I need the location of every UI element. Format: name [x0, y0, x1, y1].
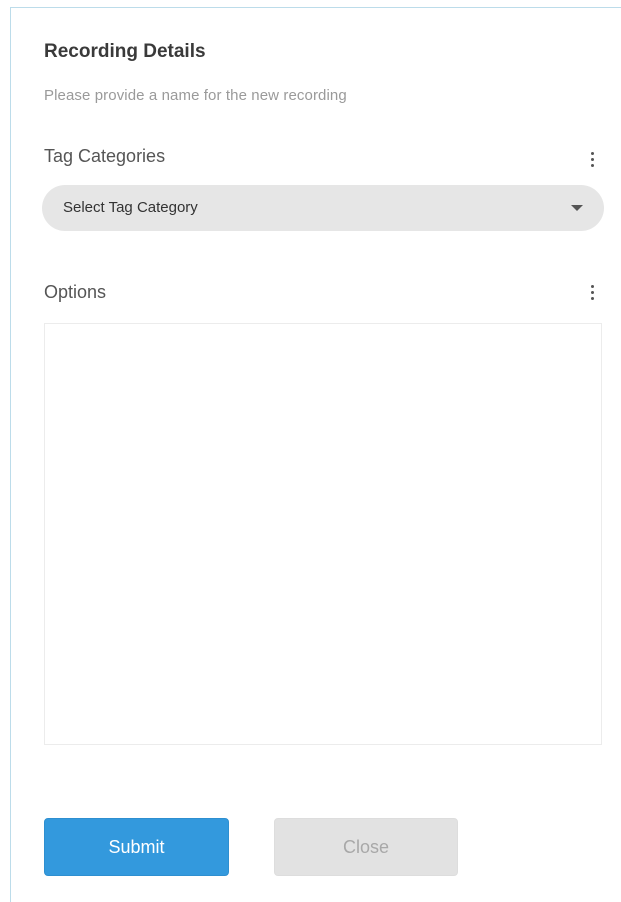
dialog-title: Recording Details — [44, 41, 206, 62]
close-button[interactable]: Close — [274, 818, 458, 876]
kebab-dot — [590, 157, 594, 161]
tag-categories-label: Tag Categories — [44, 146, 166, 166]
recording-details-panel: Recording Details Please provide a name … — [10, 7, 621, 902]
dialog-subtitle: Please provide a name for the new record… — [44, 87, 347, 104]
submit-button[interactable]: Submit — [44, 818, 229, 876]
kebab-dot — [590, 163, 594, 167]
options-list[interactable] — [44, 323, 602, 745]
options-label: Options — [44, 282, 107, 302]
options-menu-icon[interactable] — [583, 279, 601, 305]
kebab-dot — [590, 284, 594, 288]
kebab-dot — [590, 151, 594, 155]
tag-category-select-value: Select Tag Category — [63, 199, 198, 216]
tag-category-select[interactable]: Select Tag Category — [42, 185, 604, 231]
tag-categories-menu-icon[interactable] — [583, 146, 601, 172]
caret-down-icon — [571, 205, 583, 211]
kebab-dot — [590, 296, 594, 300]
kebab-dot — [590, 290, 594, 294]
